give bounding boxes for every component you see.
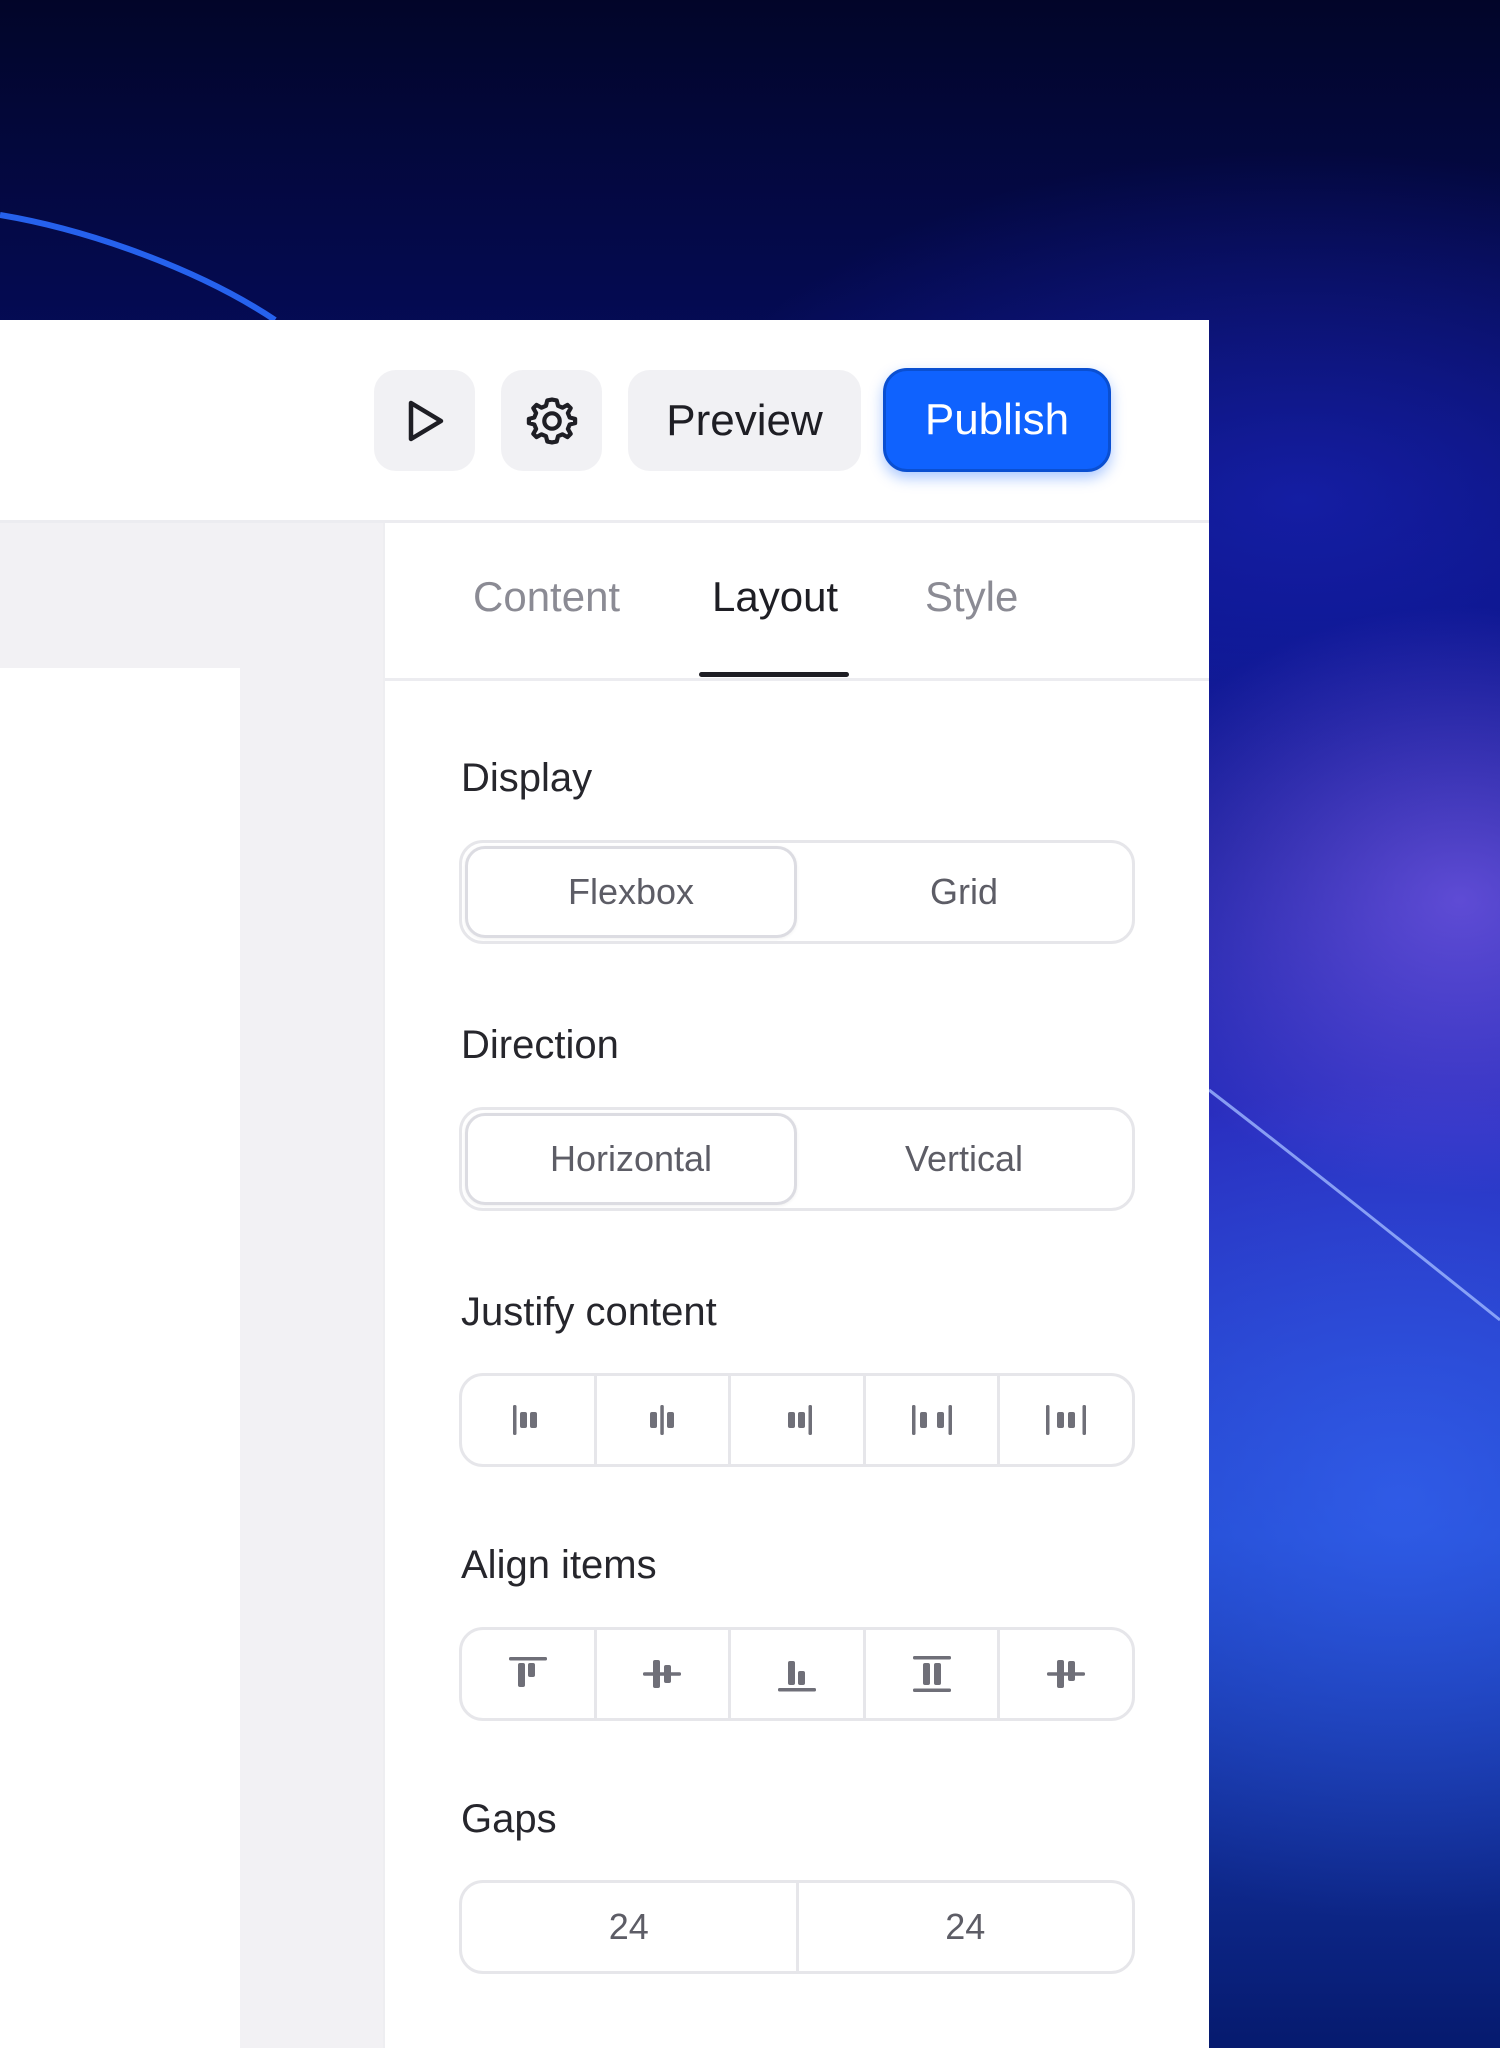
- properties-panel: Content Layout Style Display Flexbox Gri…: [383, 523, 1209, 2048]
- justify-space-between-button[interactable]: [866, 1376, 1001, 1464]
- justify-start-button[interactable]: [462, 1376, 597, 1464]
- align-baseline-button[interactable]: [1000, 1630, 1132, 1718]
- play-icon: [408, 400, 443, 441]
- tab-content[interactable]: Content: [473, 573, 620, 621]
- display-option-flexbox[interactable]: Flexbox: [465, 846, 797, 938]
- display-label: Display: [461, 756, 593, 800]
- active-tab-indicator: [699, 672, 849, 677]
- row-gap-input[interactable]: 24: [462, 1883, 799, 1971]
- gaps-label: Gaps: [461, 1797, 557, 1841]
- tab-style[interactable]: Style: [925, 573, 1018, 621]
- justify-space-around-icon: [1046, 1405, 1087, 1435]
- direction-option-vertical[interactable]: Vertical: [796, 1110, 1132, 1208]
- gaps-inputs: 24 24: [459, 1880, 1135, 1974]
- direction-option-horizontal[interactable]: Horizontal: [465, 1113, 797, 1205]
- justify-content-label: Justify content: [461, 1290, 717, 1334]
- top-toolbar: Preview Publish: [0, 320, 1209, 523]
- direction-label: Direction: [461, 1023, 619, 1067]
- settings-button[interactable]: [501, 370, 602, 471]
- panel-tabs: Content Layout Style: [385, 523, 1209, 681]
- align-items-label: Align items: [461, 1543, 657, 1587]
- justify-space-around-button[interactable]: [1000, 1376, 1132, 1464]
- tab-layout[interactable]: Layout: [712, 573, 838, 621]
- align-baseline-icon: [1047, 1660, 1086, 1688]
- justify-end-icon: [787, 1405, 812, 1435]
- align-stretch-icon: [912, 1656, 951, 1692]
- display-toggle: Flexbox Grid: [459, 840, 1135, 944]
- align-bottom-icon: [777, 1661, 816, 1692]
- display-option-grid[interactable]: Grid: [796, 843, 1132, 941]
- justify-center-icon: [650, 1405, 675, 1435]
- align-center-button[interactable]: [597, 1630, 732, 1718]
- justify-content-options: [459, 1373, 1135, 1467]
- canvas-frame[interactable]: [0, 668, 240, 2048]
- align-stretch-button[interactable]: [866, 1630, 1001, 1718]
- direction-toggle: Horizontal Vertical: [459, 1107, 1135, 1211]
- align-top-icon: [508, 1657, 547, 1687]
- design-canvas[interactable]: [0, 523, 383, 2048]
- publish-button[interactable]: Publish: [883, 368, 1111, 472]
- justify-center-button[interactable]: [597, 1376, 732, 1464]
- justify-space-between-icon: [911, 1405, 952, 1435]
- play-button[interactable]: [374, 370, 475, 471]
- align-items-options: [459, 1627, 1135, 1721]
- align-center-icon: [643, 1660, 682, 1688]
- justify-start-icon: [512, 1405, 537, 1435]
- align-bottom-button[interactable]: [731, 1630, 866, 1718]
- column-gap-input[interactable]: 24: [799, 1883, 1133, 1971]
- justify-end-button[interactable]: [731, 1376, 866, 1464]
- align-top-button[interactable]: [462, 1630, 597, 1718]
- editor-window: Preview Publish Content Layout Style Dis…: [0, 320, 1209, 2048]
- gear-icon: [526, 396, 577, 445]
- preview-button[interactable]: Preview: [628, 370, 861, 471]
